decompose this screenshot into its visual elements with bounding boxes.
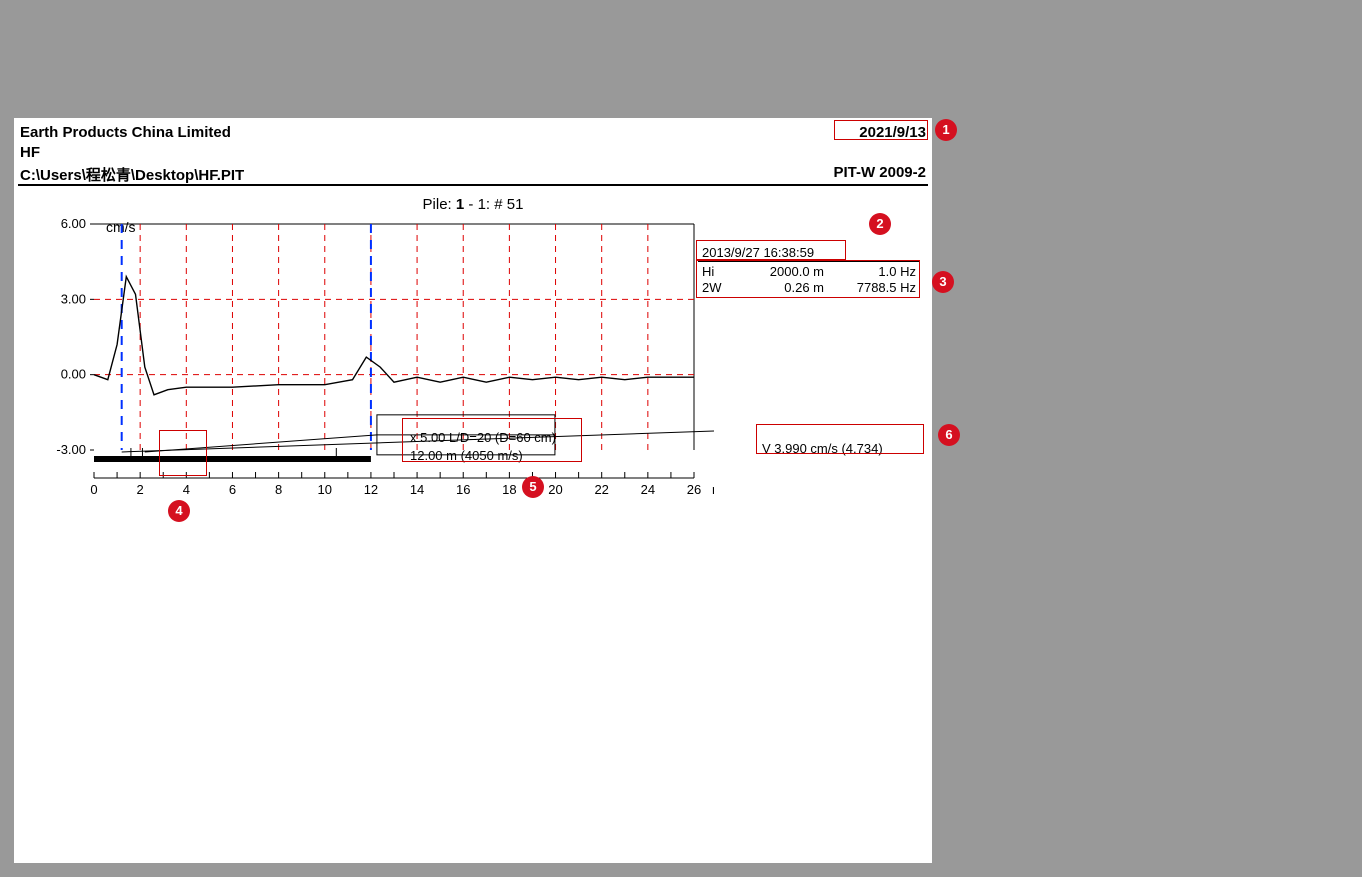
highlight-velocity	[756, 424, 924, 454]
svg-text:0.00: 0.00	[61, 367, 86, 382]
highlight-annot	[402, 418, 582, 462]
callout-6: 6	[938, 424, 960, 446]
svg-text:20: 20	[548, 482, 562, 497]
svg-text:12: 12	[364, 482, 378, 497]
highlight-date	[834, 120, 928, 140]
svg-text:-3.00: -3.00	[56, 442, 86, 457]
svg-text:6.00: 6.00	[61, 216, 86, 231]
svg-text:14: 14	[410, 482, 424, 497]
svg-text:18: 18	[502, 482, 516, 497]
document-page: Earth Products China Limited HF C:\Users…	[14, 118, 932, 863]
callout-3: 3	[932, 271, 954, 293]
project-abbrev: HF	[20, 144, 40, 161]
svg-text:6: 6	[229, 482, 236, 497]
header-rule	[18, 184, 928, 186]
svg-text:8: 8	[275, 482, 282, 497]
company-name: Earth Products China Limited	[20, 124, 231, 141]
software-version: PIT-W 2009-2	[833, 164, 926, 181]
velocity-chart: -3.000.003.006.00cm/s0246810121416182022…	[34, 210, 714, 510]
svg-text:10: 10	[318, 482, 332, 497]
file-path: C:\Users\程松青\Desktop\HF.PIT	[20, 164, 244, 185]
svg-text:22: 22	[594, 482, 608, 497]
callout-4: 4	[168, 500, 190, 522]
callout-2: 2	[869, 213, 891, 235]
highlight-timestamp	[696, 240, 846, 260]
svg-text:16: 16	[456, 482, 470, 497]
callout-5: 5	[522, 476, 544, 498]
svg-text:0: 0	[90, 482, 97, 497]
svg-text:2: 2	[137, 482, 144, 497]
highlight-freq	[696, 260, 920, 298]
svg-text:4: 4	[183, 482, 190, 497]
svg-text:24: 24	[641, 482, 655, 497]
highlight-pile-section	[159, 430, 207, 476]
svg-text:3.00: 3.00	[61, 291, 86, 306]
callout-1: 1	[935, 119, 957, 141]
svg-text:m: m	[712, 482, 714, 497]
svg-text:26: 26	[687, 482, 701, 497]
